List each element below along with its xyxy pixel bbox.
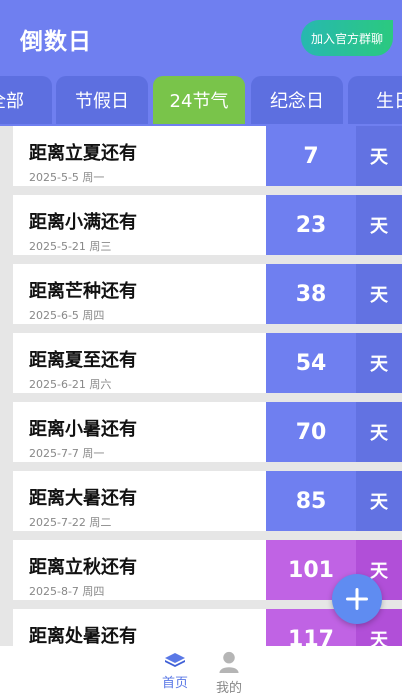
tab-holidays[interactable]: 节假日: [56, 76, 148, 124]
item-date: 2025-5-5 周一: [29, 171, 105, 184]
days-count: 7: [266, 126, 356, 186]
nav-profile-label: 我的: [215, 681, 242, 696]
item-title: 距离小暑还有: [29, 419, 137, 440]
item-title: 距离小满还有: [29, 212, 137, 233]
days-unit: 天: [356, 264, 402, 324]
list-item[interactable]: 距离大暑还有 2025-7-22 周二 85 天: [13, 471, 402, 531]
join-group-button[interactable]: 加入官方群聊: [301, 20, 393, 56]
nav-profile[interactable]: 我的: [204, 650, 254, 696]
item-title: 距离处暑还有: [29, 626, 137, 646]
profile-icon: [219, 651, 239, 673]
days-count: 85: [266, 471, 356, 531]
nav-home-label: 首页: [161, 676, 188, 691]
days-count: 54: [266, 333, 356, 393]
item-date: 2025-5-21 周三: [29, 240, 112, 253]
tab-all[interactable]: 全部: [0, 76, 52, 124]
tab-anniversary[interactable]: 纪念日: [251, 76, 343, 124]
add-countdown-button[interactable]: [332, 574, 382, 624]
item-title: 距离立夏还有: [29, 143, 137, 164]
days-unit: 天: [356, 195, 402, 255]
list-item[interactable]: 距离芒种还有 2025-6-5 周四 38 天: [13, 264, 402, 324]
item-title: 距离大暑还有: [29, 488, 137, 509]
tab-solar-terms[interactable]: 24节气: [153, 76, 245, 124]
category-tabs: 全部 节假日 24节气 纪念日 生日: [0, 76, 402, 126]
list-item[interactable]: 距离小暑还有 2025-7-7 周一 70 天: [13, 402, 402, 462]
item-date: 2025-7-7 周一: [29, 447, 105, 460]
list-item[interactable]: 距离立夏还有 2025-5-5 周一 7 天: [13, 126, 402, 186]
app-title: 倒数日: [20, 29, 92, 55]
days-unit: 天: [356, 126, 402, 186]
plus-icon: [346, 588, 368, 610]
item-date: 2025-7-22 周二: [29, 516, 112, 529]
nav-home[interactable]: 首页: [150, 650, 200, 696]
item-title: 距离夏至还有: [29, 350, 137, 371]
days-unit: 天: [356, 471, 402, 531]
app-header: 倒数日 加入官方群聊: [0, 0, 402, 76]
item-date: 2025-6-5 周四: [29, 309, 105, 322]
tab-birthday[interactable]: 生日: [348, 76, 402, 124]
item-date: 2025-6-21 周六: [29, 378, 112, 391]
bottom-nav: 首页 我的: [0, 646, 402, 700]
item-date: 2025-8-7 周四: [29, 585, 105, 598]
list-item[interactable]: 距离小满还有 2025-5-21 周三 23 天: [13, 195, 402, 255]
days-count: 70: [266, 402, 356, 462]
days-unit: 天: [356, 333, 402, 393]
days-count: 38: [266, 264, 356, 324]
item-title: 距离芒种还有: [29, 281, 137, 302]
days-unit: 天: [356, 402, 402, 462]
days-count: 23: [266, 195, 356, 255]
home-book-icon: [165, 653, 185, 667]
countdown-list: 距离立夏还有 2025-5-5 周一 7 天 距离小满还有 2025-5-21 …: [0, 126, 402, 646]
list-item[interactable]: 距离夏至还有 2025-6-21 周六 54 天: [13, 333, 402, 393]
item-title: 距离立秋还有: [29, 557, 137, 578]
